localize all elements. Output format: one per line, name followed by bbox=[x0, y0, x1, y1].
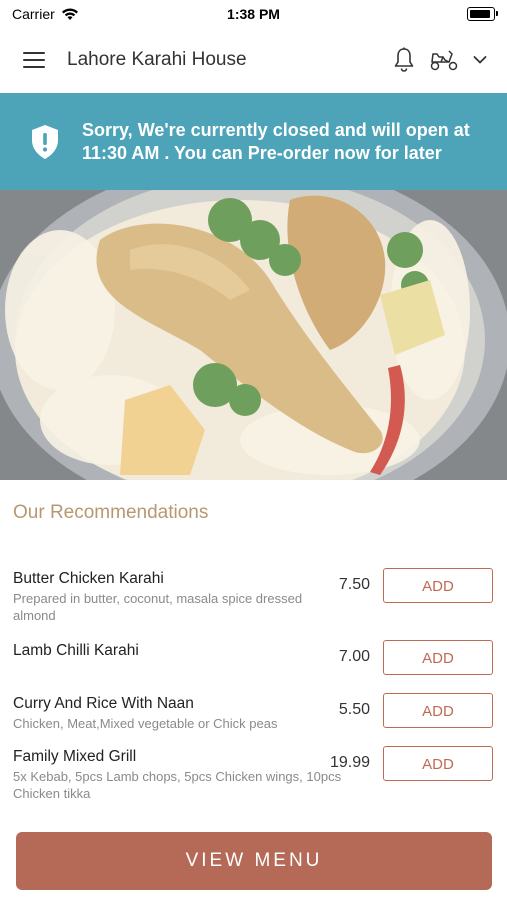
nav-bar: Lahore Karahi House bbox=[0, 28, 507, 92]
item-price: 5.50 bbox=[338, 701, 370, 718]
closed-banner: Sorry, We're currently closed and will o… bbox=[0, 93, 507, 190]
add-button[interactable]: ADD bbox=[383, 746, 493, 781]
status-bar: Carrier 1:38 PM bbox=[0, 0, 507, 28]
add-button[interactable]: ADD bbox=[383, 568, 493, 603]
item-price: 19.99 bbox=[329, 754, 370, 771]
hero-image bbox=[0, 190, 507, 480]
nav-actions bbox=[393, 47, 507, 73]
banner-message: Sorry, We're currently closed and will o… bbox=[82, 119, 470, 163]
item-description: Prepared in butter, coconut, masala spic… bbox=[13, 591, 303, 623]
add-button[interactable]: ADD bbox=[383, 693, 493, 728]
item-description: Chicken, Meat,Mixed vegetable or Chick p… bbox=[13, 716, 278, 731]
battery-icon bbox=[467, 7, 498, 21]
item-description: 5x Kebab, 5pcs Lamb chops, 5pcs Chicken … bbox=[13, 769, 342, 801]
bell-icon[interactable] bbox=[393, 47, 415, 73]
item-price: 7.00 bbox=[338, 648, 370, 665]
menu-icon[interactable] bbox=[23, 52, 45, 68]
scooter-icon[interactable] bbox=[429, 48, 459, 72]
shield-icon bbox=[32, 124, 58, 159]
item-price: 7.50 bbox=[338, 576, 370, 593]
view-menu-button[interactable]: VIEW MENU bbox=[16, 832, 492, 890]
item-name: Curry And Rice With Naan bbox=[13, 695, 194, 712]
restaurant-title: Lahore Karahi House bbox=[67, 49, 247, 70]
item-name: Family Mixed Grill bbox=[13, 748, 137, 765]
chevron-down-icon[interactable] bbox=[473, 55, 487, 65]
item-name: Lamb Chilli Karahi bbox=[13, 642, 139, 659]
status-time: 1:38 PM bbox=[227, 6, 280, 22]
add-button[interactable]: ADD bbox=[383, 640, 493, 675]
item-name: Butter Chicken Karahi bbox=[13, 570, 164, 587]
section-title: Our Recommendations bbox=[13, 502, 209, 523]
